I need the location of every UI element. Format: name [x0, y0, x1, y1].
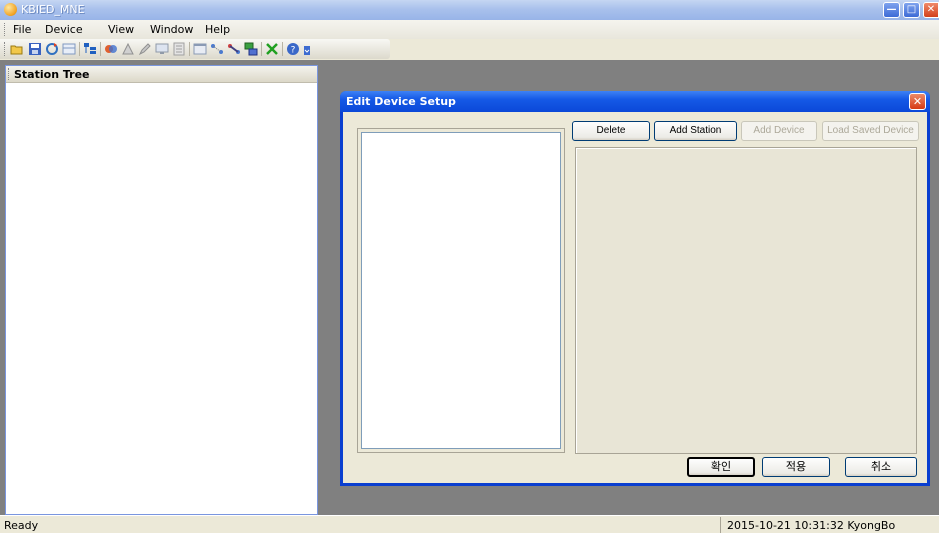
menu-view[interactable]: View	[108, 23, 134, 36]
minimize-icon: —	[886, 4, 897, 15]
app-title: KBIED_MNE	[21, 3, 85, 16]
monitor-icon[interactable]	[155, 42, 169, 56]
load-saved-device-button[interactable]: Load Saved Device	[822, 121, 919, 141]
link-icon[interactable]	[210, 42, 224, 56]
device-list[interactable]	[361, 132, 561, 449]
station-tree-header: Station Tree	[6, 66, 317, 83]
toolbar: ?	[0, 39, 390, 59]
title-bar[interactable]: KBIED_MNE — □ ✕	[0, 0, 939, 20]
toolbar-separator	[189, 42, 190, 56]
dialog-close-button[interactable]: ✕	[909, 93, 926, 110]
menu-view-label: View	[108, 23, 135, 36]
menu-file[interactable]: File	[13, 23, 31, 36]
status-datetime: 2015-10-21 10:31:32 KyongBo	[727, 519, 896, 532]
app-window: KBIED_MNE — □ ✕ File Device View Window …	[0, 0, 939, 533]
tree-icon[interactable]	[83, 42, 97, 56]
pane-grip[interactable]	[8, 68, 10, 80]
toolbar-separator	[282, 42, 283, 56]
menu-bar: File Device View Window Help	[0, 20, 939, 39]
delete-x-icon[interactable]	[265, 42, 279, 56]
maximize-icon: □	[906, 4, 917, 15]
menu-device-label: Device	[45, 23, 83, 36]
toolbar-grip[interactable]	[4, 42, 6, 56]
station-tree-title: Station Tree	[14, 68, 90, 81]
app-icon	[4, 3, 17, 16]
help-icon[interactable]: ?	[286, 42, 300, 56]
toolbar-separator	[79, 42, 80, 56]
status-bar: Ready 2015-10-21 10:31:32 KyongBo	[0, 515, 939, 533]
save-icon[interactable]	[28, 42, 42, 56]
dialog-title: Edit Device Setup	[346, 95, 456, 108]
svg-text:?: ?	[291, 46, 296, 56]
dialog-title-bar[interactable]: Edit Device Setup ✕	[340, 91, 930, 112]
dialog-body: Delete Add Station Add Device Load Saved…	[343, 112, 927, 483]
window-icon[interactable]	[193, 42, 207, 56]
merge-icon[interactable]	[104, 42, 118, 56]
menubar-grip[interactable]	[4, 23, 6, 36]
ok-button[interactable]: 확인	[687, 457, 755, 477]
overflow-icon[interactable]	[303, 42, 311, 56]
menu-file-label: File	[13, 23, 32, 36]
cancel-button[interactable]: 취소	[845, 457, 917, 477]
network-icon[interactable]	[244, 42, 258, 56]
table-icon[interactable]	[62, 42, 76, 56]
link2-icon[interactable]	[227, 42, 241, 56]
list-icon[interactable]	[172, 42, 186, 56]
add-device-button[interactable]: Add Device	[741, 121, 817, 141]
station-tree-pane[interactable]: Station Tree	[5, 65, 318, 515]
apply-button[interactable]: 적용	[762, 457, 830, 477]
delete-button[interactable]: Delete	[572, 121, 650, 141]
menu-help-label: Help	[205, 23, 231, 36]
edit-icon[interactable]	[138, 42, 152, 56]
minimize-button[interactable]: —	[883, 2, 900, 18]
close-icon: ✕	[912, 95, 923, 108]
menu-window[interactable]: Window	[150, 23, 193, 36]
open-icon[interactable]	[10, 42, 24, 56]
status-datetime-panel: 2015-10-21 10:31:32 KyongBo	[720, 517, 934, 533]
device-list-frame	[357, 128, 565, 453]
add-station-button[interactable]: Add Station	[654, 121, 737, 141]
toolbar-separator	[261, 42, 262, 56]
refresh-icon[interactable]	[45, 42, 59, 56]
edit-device-dialog: Edit Device Setup ✕ Delete Add Station A…	[340, 91, 930, 486]
station-config-panel	[575, 147, 917, 454]
status-text: Ready	[4, 519, 39, 532]
menu-help[interactable]: Help	[205, 23, 230, 36]
toolbar-separator	[100, 42, 101, 56]
connect-icon[interactable]	[121, 42, 135, 56]
menu-device[interactable]: Device	[45, 23, 83, 36]
menu-window-label: Window	[150, 23, 194, 36]
close-icon: ✕	[926, 4, 936, 15]
maximize-button[interactable]: □	[903, 2, 920, 18]
close-button[interactable]: ✕	[923, 2, 939, 18]
